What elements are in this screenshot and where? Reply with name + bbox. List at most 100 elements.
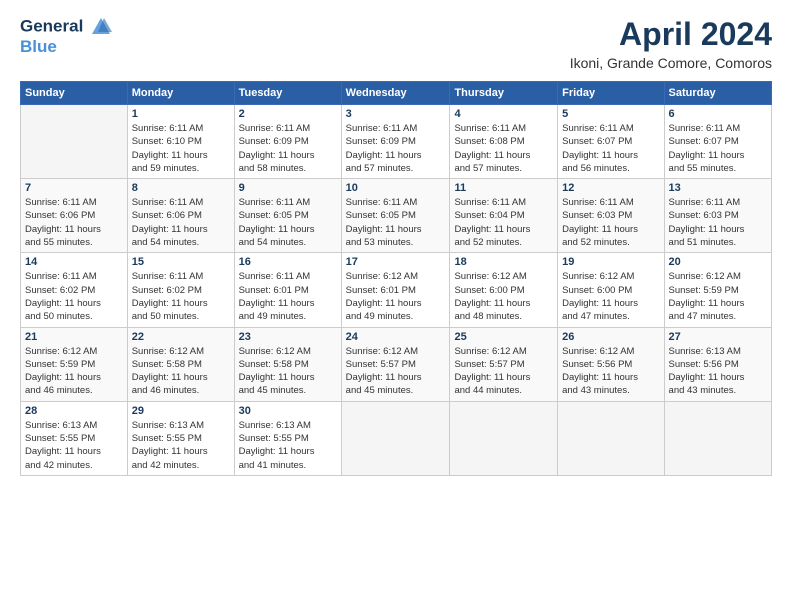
calendar-cell: 19 Sunrise: 6:12 AM Sunset: 6:00 PM Dayli…	[558, 253, 664, 327]
day-number: 10	[346, 182, 446, 194]
day-info: Sunrise: 6:11 AM Sunset: 6:03 PM Dayligh…	[562, 196, 659, 249]
calendar-cell: 7 Sunrise: 6:11 AM Sunset: 6:06 PM Daylig…	[21, 179, 128, 253]
day-number: 9	[239, 182, 337, 194]
calendar-cell: 1 Sunrise: 6:11 AM Sunset: 6:10 PM Daylig…	[127, 105, 234, 179]
calendar-cell: 29 Sunrise: 6:13 AM Sunset: 5:55 PM Dayli…	[127, 401, 234, 475]
day-info: Sunrise: 6:12 AM Sunset: 5:58 PM Dayligh…	[239, 345, 337, 398]
day-number: 21	[25, 331, 123, 343]
calendar-cell	[341, 401, 450, 475]
day-info: Sunrise: 6:11 AM Sunset: 6:09 PM Dayligh…	[239, 122, 337, 175]
month-title: April 2024	[570, 16, 772, 53]
calendar-cell: 16 Sunrise: 6:11 AM Sunset: 6:01 PM Dayli…	[234, 253, 341, 327]
day-info: Sunrise: 6:11 AM Sunset: 6:01 PM Dayligh…	[239, 270, 337, 323]
calendar-cell	[450, 401, 558, 475]
day-number: 23	[239, 331, 337, 343]
day-info: Sunrise: 6:12 AM Sunset: 5:57 PM Dayligh…	[454, 345, 553, 398]
calendar-cell: 5 Sunrise: 6:11 AM Sunset: 6:07 PM Daylig…	[558, 105, 664, 179]
day-number: 18	[454, 256, 553, 268]
day-info: Sunrise: 6:11 AM Sunset: 6:10 PM Dayligh…	[132, 122, 230, 175]
day-number: 28	[25, 405, 123, 417]
calendar-cell: 13 Sunrise: 6:11 AM Sunset: 6:03 PM Dayli…	[664, 179, 771, 253]
day-number: 22	[132, 331, 230, 343]
calendar-cell: 17 Sunrise: 6:12 AM Sunset: 6:01 PM Dayli…	[341, 253, 450, 327]
day-number: 30	[239, 405, 337, 417]
day-number: 1	[132, 108, 230, 120]
calendar-cell: 8 Sunrise: 6:11 AM Sunset: 6:06 PM Daylig…	[127, 179, 234, 253]
day-number: 4	[454, 108, 553, 120]
col-header-sunday: Sunday	[21, 82, 128, 105]
day-number: 13	[669, 182, 767, 194]
calendar-cell: 2 Sunrise: 6:11 AM Sunset: 6:09 PM Daylig…	[234, 105, 341, 179]
day-info: Sunrise: 6:11 AM Sunset: 6:02 PM Dayligh…	[132, 270, 230, 323]
day-number: 14	[25, 256, 123, 268]
day-number: 15	[132, 256, 230, 268]
day-number: 6	[669, 108, 767, 120]
day-info: Sunrise: 6:13 AM Sunset: 5:55 PM Dayligh…	[132, 419, 230, 472]
day-info: Sunrise: 6:12 AM Sunset: 6:00 PM Dayligh…	[562, 270, 659, 323]
calendar-cell: 30 Sunrise: 6:13 AM Sunset: 5:55 PM Dayli…	[234, 401, 341, 475]
calendar-cell	[558, 401, 664, 475]
calendar-cell: 26 Sunrise: 6:12 AM Sunset: 5:56 PM Dayli…	[558, 327, 664, 401]
day-info: Sunrise: 6:12 AM Sunset: 5:58 PM Dayligh…	[132, 345, 230, 398]
day-number: 3	[346, 108, 446, 120]
calendar-cell: 23 Sunrise: 6:12 AM Sunset: 5:58 PM Dayli…	[234, 327, 341, 401]
calendar-cell: 14 Sunrise: 6:11 AM Sunset: 6:02 PM Dayli…	[21, 253, 128, 327]
day-info: Sunrise: 6:11 AM Sunset: 6:04 PM Dayligh…	[454, 196, 553, 249]
col-header-wednesday: Wednesday	[341, 82, 450, 105]
day-info: Sunrise: 6:11 AM Sunset: 6:06 PM Dayligh…	[132, 196, 230, 249]
day-info: Sunrise: 6:11 AM Sunset: 6:09 PM Dayligh…	[346, 122, 446, 175]
location: Ikoni, Grande Comore, Comoros	[570, 55, 772, 71]
day-number: 2	[239, 108, 337, 120]
day-info: Sunrise: 6:12 AM Sunset: 5:57 PM Dayligh…	[346, 345, 446, 398]
calendar-cell: 6 Sunrise: 6:11 AM Sunset: 6:07 PM Daylig…	[664, 105, 771, 179]
col-header-thursday: Thursday	[450, 82, 558, 105]
title-block: April 2024 Ikoni, Grande Comore, Comoros	[570, 16, 772, 71]
col-header-saturday: Saturday	[664, 82, 771, 105]
logo-icon	[90, 16, 112, 38]
day-info: Sunrise: 6:13 AM Sunset: 5:55 PM Dayligh…	[25, 419, 123, 472]
calendar-cell: 22 Sunrise: 6:12 AM Sunset: 5:58 PM Dayli…	[127, 327, 234, 401]
calendar-cell: 10Sunrise: 6:11 AM Sunset: 6:05 PM Dayli…	[341, 179, 450, 253]
header: General Blue April 2024 Ikoni, Grande Co…	[20, 16, 772, 71]
calendar-cell: 12 Sunrise: 6:11 AM Sunset: 6:03 PM Dayli…	[558, 179, 664, 253]
day-number: 8	[132, 182, 230, 194]
day-info: Sunrise: 6:11 AM Sunset: 6:07 PM Dayligh…	[562, 122, 659, 175]
day-number: 11	[454, 182, 553, 194]
day-number: 7	[25, 182, 123, 194]
calendar-cell: 11 Sunrise: 6:11 AM Sunset: 6:04 PM Dayli…	[450, 179, 558, 253]
calendar-cell: 15 Sunrise: 6:11 AM Sunset: 6:02 PM Dayli…	[127, 253, 234, 327]
day-info: Sunrise: 6:12 AM Sunset: 6:01 PM Dayligh…	[346, 270, 446, 323]
day-number: 17	[346, 256, 446, 268]
calendar-cell	[21, 105, 128, 179]
day-info: Sunrise: 6:12 AM Sunset: 5:56 PM Dayligh…	[562, 345, 659, 398]
calendar-cell: 18Sunrise: 6:12 AM Sunset: 6:00 PM Dayli…	[450, 253, 558, 327]
calendar-table: SundayMondayTuesdayWednesdayThursdayFrid…	[20, 81, 772, 476]
day-info: Sunrise: 6:12 AM Sunset: 5:59 PM Dayligh…	[25, 345, 123, 398]
day-info: Sunrise: 6:11 AM Sunset: 6:02 PM Dayligh…	[25, 270, 123, 323]
col-header-monday: Monday	[127, 82, 234, 105]
day-info: Sunrise: 6:11 AM Sunset: 6:05 PM Dayligh…	[239, 196, 337, 249]
day-number: 25	[454, 331, 553, 343]
col-header-tuesday: Tuesday	[234, 82, 341, 105]
calendar-cell: 28 Sunrise: 6:13 AM Sunset: 5:55 PM Dayli…	[21, 401, 128, 475]
calendar-cell: 21 Sunrise: 6:12 AM Sunset: 5:59 PM Dayli…	[21, 327, 128, 401]
day-number: 20	[669, 256, 767, 268]
day-number: 12	[562, 182, 659, 194]
calendar-cell: 27Sunrise: 6:13 AM Sunset: 5:56 PM Dayli…	[664, 327, 771, 401]
logo-general: General	[20, 16, 112, 38]
day-info: Sunrise: 6:11 AM Sunset: 6:07 PM Dayligh…	[669, 122, 767, 175]
day-info: Sunrise: 6:13 AM Sunset: 5:55 PM Dayligh…	[239, 419, 337, 472]
calendar-cell: 25 Sunrise: 6:12 AM Sunset: 5:57 PM Dayli…	[450, 327, 558, 401]
day-info: Sunrise: 6:12 AM Sunset: 5:59 PM Dayligh…	[669, 270, 767, 323]
page: General Blue April 2024 Ikoni, Grande Co…	[0, 0, 792, 612]
day-number: 29	[132, 405, 230, 417]
logo: General Blue	[20, 16, 112, 57]
day-number: 26	[562, 331, 659, 343]
logo-blue: Blue	[20, 38, 112, 57]
day-number: 16	[239, 256, 337, 268]
day-info: Sunrise: 6:11 AM Sunset: 6:06 PM Dayligh…	[25, 196, 123, 249]
day-number: 19	[562, 256, 659, 268]
day-number: 5	[562, 108, 659, 120]
day-info: Sunrise: 6:11 AM Sunset: 6:03 PM Dayligh…	[669, 196, 767, 249]
calendar-cell: 24Sunrise: 6:12 AM Sunset: 5:57 PM Dayli…	[341, 327, 450, 401]
